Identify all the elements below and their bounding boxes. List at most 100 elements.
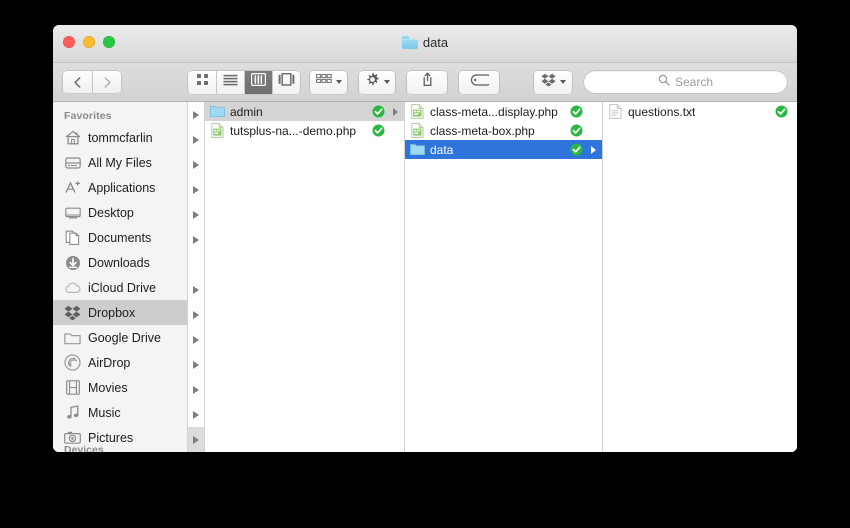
arrange-grid-icon — [316, 73, 332, 91]
disclosure-row[interactable] — [188, 277, 204, 302]
chevron-down-icon — [384, 80, 390, 84]
disclosure-row[interactable] — [188, 202, 204, 227]
icon-view-button[interactable] — [188, 70, 216, 94]
airdrop-icon — [64, 354, 81, 371]
share-button[interactable] — [407, 70, 447, 94]
movies-icon — [64, 379, 81, 396]
disclosure-row[interactable] — [188, 177, 204, 202]
finder-window: data Search Favorites tommcfarlin All My… — [53, 25, 797, 452]
sidebar-item-icloud-drive[interactable]: iCloud Drive — [53, 275, 187, 300]
triangle-right-icon — [193, 135, 199, 144]
folder-icon — [64, 329, 81, 346]
dropbox-synced-badge — [775, 105, 788, 118]
grid-icon — [196, 73, 209, 91]
file-name: data — [430, 142, 454, 157]
sidebar-section-devices: Devices — [64, 444, 104, 452]
file-name: admin — [230, 104, 263, 119]
disclosure-row[interactable] — [188, 377, 204, 402]
file-row-class-meta-box[interactable]: class-meta-box.php — [405, 121, 602, 140]
sidebar-item-documents[interactable]: Documents — [53, 225, 187, 250]
triangle-right-icon — [193, 110, 199, 119]
sidebar: Favorites tommcfarlin All My Files Appli… — [53, 102, 188, 452]
window-body: Favorites tommcfarlin All My Files Appli… — [53, 102, 797, 452]
sidebar-item-movies[interactable]: Movies — [53, 375, 187, 400]
sidebar-item-tommcfarlin[interactable]: tommcfarlin — [53, 125, 187, 150]
search-icon — [658, 73, 670, 91]
column-view-button[interactable] — [244, 70, 272, 94]
sidebar-item-google-drive[interactable]: Google Drive — [53, 325, 187, 350]
chevron-right-icon — [104, 76, 111, 88]
triangle-right-icon — [193, 160, 199, 169]
chevron-down-icon — [560, 80, 566, 84]
list-view-button[interactable] — [216, 70, 244, 94]
music-note-icon — [64, 404, 81, 421]
sidebar-item-applications[interactable]: Applications — [53, 175, 187, 200]
sidebar-item-desktop[interactable]: Desktop — [53, 200, 187, 225]
gallery-view-button[interactable] — [272, 70, 300, 94]
folder-icon — [401, 36, 418, 49]
file-row-class-meta-display[interactable]: class-meta...display.php — [405, 102, 602, 121]
coverflow-icon — [278, 72, 295, 91]
sidebar-item-label: Movies — [88, 380, 128, 395]
sidebar-section-favorites: Favorites — [64, 110, 112, 122]
sidebar-item-label: AirDrop — [88, 355, 131, 370]
disclosure-row[interactable] — [188, 302, 204, 327]
icloud-icon — [64, 279, 81, 296]
triangle-right-icon — [193, 310, 199, 319]
column-disclosure-arrow[interactable] — [390, 107, 400, 116]
dropbox-synced-badge — [570, 143, 583, 156]
dropbox-synced-badge — [570, 124, 583, 137]
arrange-by-button[interactable] — [310, 70, 347, 94]
sidebar-item-label: Google Drive — [88, 330, 161, 345]
sidebar-item-label: tommcfarlin — [88, 130, 153, 145]
maximize-button[interactable] — [103, 36, 115, 48]
action-menu-button[interactable] — [359, 70, 395, 94]
disclosure-row[interactable] — [188, 402, 204, 427]
disclosure-row[interactable] — [188, 102, 204, 127]
applications-icon — [64, 179, 81, 196]
disclosure-row[interactable] — [188, 327, 204, 352]
columns-icon — [251, 73, 267, 91]
disclosure-row[interactable] — [188, 352, 204, 377]
sidebar-item-label: Dropbox — [88, 305, 136, 320]
disclosure-row[interactable] — [188, 152, 204, 177]
sidebar-item-airdrop[interactable]: AirDrop — [53, 350, 187, 375]
desktop-icon — [64, 204, 81, 221]
column-3[interactable]: questions.txt — [603, 102, 797, 452]
dropbox-menu-button[interactable] — [534, 70, 572, 94]
dropbox-synced-badge — [372, 105, 385, 118]
minimize-button[interactable] — [83, 36, 95, 48]
column-2[interactable]: class-meta...display.php class-meta-box.… — [405, 102, 603, 452]
sidebar-item-label: Downloads — [88, 255, 150, 270]
title-bar[interactable]: data — [53, 25, 797, 63]
disclosure-row-highlighted[interactable] — [188, 427, 204, 452]
navigation-buttons — [63, 71, 121, 93]
search-input[interactable]: Search — [584, 71, 787, 93]
sidebar-item-dropbox[interactable]: Dropbox — [53, 300, 187, 325]
file-name: tutsplus-na...-demo.php — [230, 123, 357, 138]
view-mode-buttons — [188, 70, 300, 94]
file-name: class-meta-box.php — [430, 123, 535, 138]
triangle-right-icon — [193, 335, 199, 344]
file-row-questions-txt[interactable]: questions.txt — [603, 102, 797, 121]
file-row-data[interactable]: data — [405, 140, 602, 159]
back-button[interactable] — [63, 71, 92, 93]
column-disclosure-arrow[interactable] — [588, 145, 598, 154]
file-row-tutsplus-demo[interactable]: tutsplus-na...-demo.php — [205, 121, 404, 140]
disclosure-row[interactable] — [188, 227, 204, 252]
php-file-icon — [210, 123, 225, 138]
dropbox-icon — [64, 304, 81, 321]
close-button[interactable] — [63, 36, 75, 48]
sidebar-item-downloads[interactable]: Downloads — [53, 250, 187, 275]
file-name: questions.txt — [628, 104, 696, 119]
sidebar-item-all-my-files[interactable]: All My Files — [53, 150, 187, 175]
column-1[interactable]: admin tutsplus-na...-demo.php — [205, 102, 405, 452]
documents-icon — [64, 229, 81, 246]
all-my-files-icon — [64, 154, 81, 171]
disclosure-row[interactable] — [188, 127, 204, 152]
tags-button[interactable] — [459, 70, 499, 94]
sidebar-item-music[interactable]: Music — [53, 400, 187, 425]
triangle-right-icon — [193, 410, 199, 419]
forward-button[interactable] — [92, 71, 121, 93]
file-row-admin[interactable]: admin — [205, 102, 404, 121]
